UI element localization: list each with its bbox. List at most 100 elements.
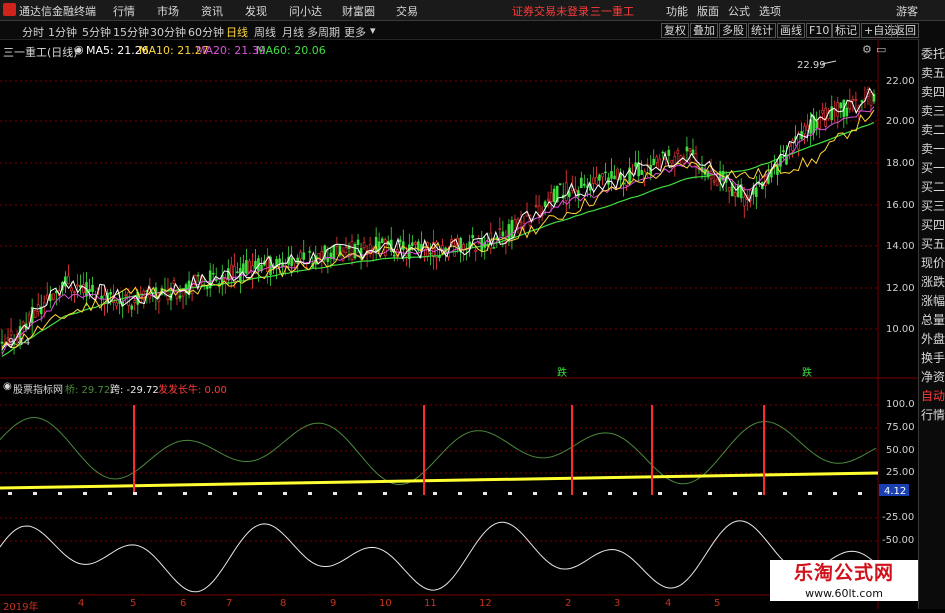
back-button[interactable]: 返回 — [891, 23, 919, 38]
indicator-dot — [783, 492, 787, 495]
candle-body — [356, 239, 360, 245]
indicator-dot — [558, 492, 562, 495]
indicator-dot — [283, 492, 287, 495]
side-item-auto[interactable]: 自动 — [921, 387, 945, 404]
period-1min[interactable]: 1分钟 — [48, 24, 77, 40]
indicator-dot — [683, 492, 687, 495]
indicator-tick: 100.0 — [886, 399, 915, 410]
settings-icon[interactable]: ⚙ — [862, 43, 872, 56]
adjust-button[interactable]: 复权 — [661, 23, 689, 38]
candle-body — [836, 102, 840, 117]
indicator-dot — [633, 492, 637, 495]
draw-line-button[interactable]: 画线 — [777, 23, 805, 38]
f10-button[interactable]: F10 — [806, 23, 833, 38]
side-item-ask5[interactable]: 卖五 — [921, 64, 945, 81]
menu-news[interactable]: 资讯 — [201, 3, 223, 19]
side-item-netasset[interactable]: 净资 — [921, 368, 945, 385]
price-tick: 18.00 — [886, 158, 915, 169]
candle-body — [51, 293, 55, 301]
overlay-button[interactable]: 叠加 — [690, 23, 718, 38]
side-item-bid5[interactable]: 买五 — [921, 235, 945, 252]
candle-body — [88, 289, 91, 293]
indicator-dot — [58, 492, 62, 495]
menu-market[interactable]: 市场 — [157, 3, 179, 19]
high-price-label: 22.99 — [797, 60, 826, 71]
candle-body — [580, 177, 583, 189]
period-30min[interactable]: 30分钟 — [150, 24, 186, 40]
side-item-change[interactable]: 涨跌 — [921, 273, 945, 290]
period-daily[interactable]: 日线 — [226, 24, 248, 40]
candle-body — [70, 287, 73, 292]
period-more-chevron-icon[interactable]: ▾ — [370, 24, 376, 37]
chart-menu-icon[interactable]: ◉ — [74, 43, 84, 56]
menu-quotes[interactable]: 行情 — [113, 3, 135, 19]
side-item-volume[interactable]: 总量 — [921, 311, 945, 328]
period-5min[interactable]: 5分钟 — [82, 24, 111, 40]
menu-layout[interactable]: 版面 — [697, 3, 719, 19]
candle-body — [233, 265, 236, 282]
candle-body — [634, 162, 637, 167]
mark-button[interactable]: 标记 — [832, 23, 860, 38]
menu-wealth[interactable]: 财富圈 — [342, 3, 375, 19]
candle-body — [851, 98, 855, 102]
menu-ask[interactable]: 问小达 — [289, 3, 322, 19]
minimize-icon[interactable]: ▭ — [876, 43, 886, 56]
candle-body — [567, 191, 571, 198]
month-label: 8 — [280, 598, 287, 609]
side-item-bid4[interactable]: 买四 — [921, 216, 945, 233]
watermark-title: 乐淘公式网 — [770, 560, 918, 587]
month-label: 12 — [479, 598, 492, 609]
indicator-menu-icon[interactable]: ◉ — [3, 381, 12, 392]
period-more[interactable]: 更多 — [344, 24, 366, 40]
menu-formula[interactable]: 公式 — [728, 3, 750, 19]
candle-body — [613, 175, 616, 180]
candle-body — [513, 219, 517, 231]
stats-button[interactable]: 统计 — [748, 23, 776, 38]
candle-body — [727, 187, 731, 192]
side-item-outer[interactable]: 外盘 — [921, 330, 945, 347]
side-item-order[interactable]: 委托 — [921, 45, 945, 62]
month-label: 10 — [379, 598, 392, 609]
side-item-bid1[interactable]: 买一 — [921, 159, 945, 176]
candle-body — [685, 146, 689, 152]
candle-body — [721, 170, 725, 180]
candle-body — [598, 174, 601, 181]
period-multi[interactable]: 多周期 — [307, 24, 340, 40]
indicator-tick: 50.00 — [886, 445, 915, 456]
side-item-quotes[interactable]: 行情 — [921, 406, 945, 423]
candle-body — [109, 291, 112, 295]
login-notice[interactable]: 证券交易未登录 — [512, 3, 589, 19]
indicator-title: 股票指标网 — [13, 385, 63, 396]
side-item-ask3[interactable]: 卖三 — [921, 102, 945, 119]
candle-body — [492, 247, 496, 249]
month-label: 5 — [130, 598, 137, 609]
watermark-url: www.60lt.com — [770, 587, 918, 601]
guest-label[interactable]: 游客 — [896, 3, 918, 19]
period-weekly[interactable]: 周线 — [254, 24, 276, 40]
period-60min[interactable]: 60分钟 — [188, 24, 224, 40]
menu-trade[interactable]: 交易 — [396, 3, 418, 19]
side-item-turnover[interactable]: 换手 — [921, 349, 945, 366]
side-item-ask2[interactable]: 卖二 — [921, 121, 945, 138]
candle-body — [245, 260, 248, 274]
ma60-line — [1, 121, 875, 357]
period-15min[interactable]: 15分钟 — [113, 24, 149, 40]
side-item-bid2[interactable]: 买二 — [921, 178, 945, 195]
menu-discover[interactable]: 发现 — [245, 3, 267, 19]
side-item-bid3[interactable]: 买三 — [921, 197, 945, 214]
side-item-price[interactable]: 现价 — [921, 254, 945, 271]
side-item-ask4[interactable]: 卖四 — [921, 83, 945, 100]
candle-body — [67, 275, 70, 284]
candle-body — [429, 252, 432, 255]
period-timeshare[interactable]: 分时 — [22, 24, 44, 40]
menu-options[interactable]: 选项 — [759, 3, 781, 19]
candle-body — [172, 280, 176, 285]
side-item-change-pct[interactable]: 涨幅 — [921, 292, 945, 309]
side-item-ask1[interactable]: 卖一 — [921, 140, 945, 157]
indicator-tick: 75.00 — [886, 422, 915, 433]
menu-function[interactable]: 功能 — [666, 3, 688, 19]
kline-chart[interactable]: 22.99 9.44 跌 跌 4.12 — [0, 39, 918, 609]
candle-body — [344, 247, 348, 253]
period-monthly[interactable]: 月线 — [282, 24, 304, 40]
multi-stock-button[interactable]: 多股 — [719, 23, 747, 38]
